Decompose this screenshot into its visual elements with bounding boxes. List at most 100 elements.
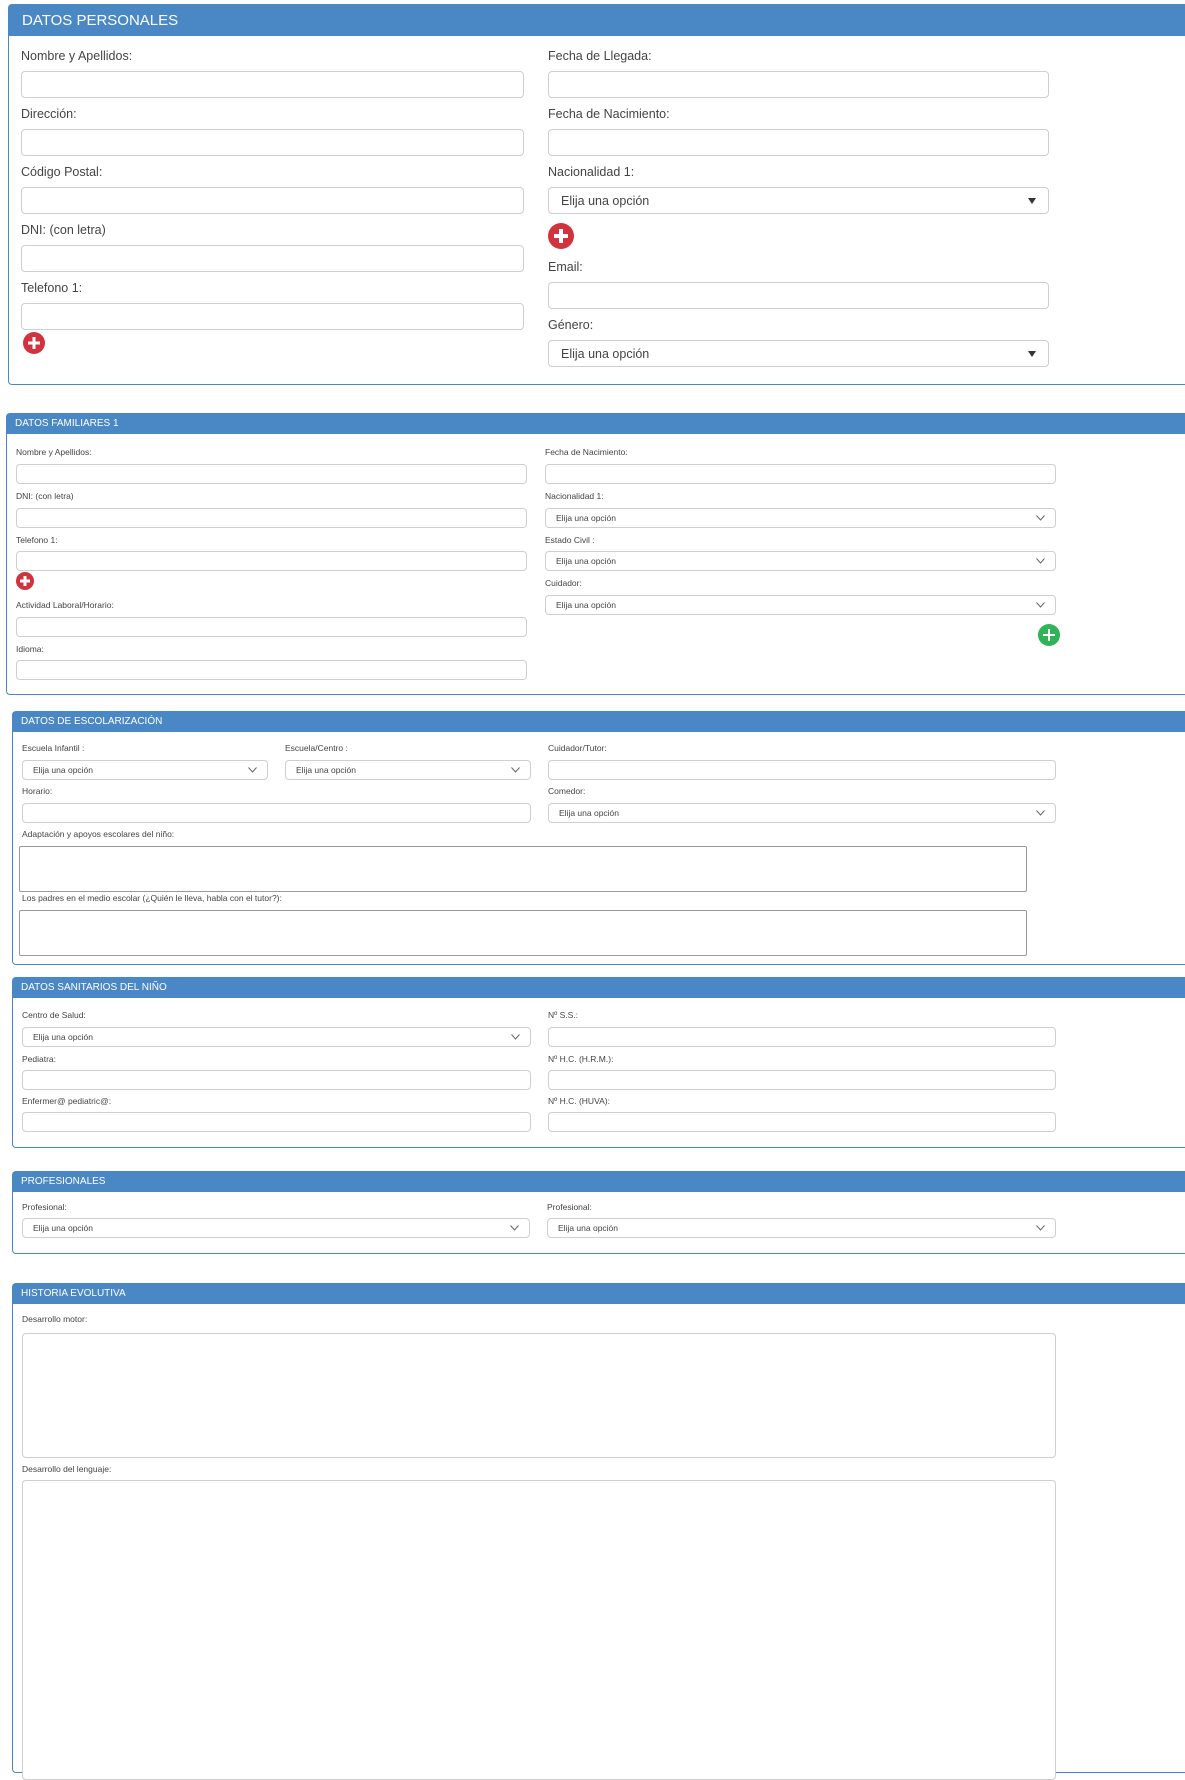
add-telefono-button[interactable] [23,332,45,354]
chevron-down-icon [1036,1225,1045,1231]
caret-down-icon [1028,350,1036,357]
nombre-label: Nombre y Apellidos: [21,49,133,63]
profesional-1-value: Elija una opción [33,1223,94,1233]
padres-textarea[interactable] [19,910,1027,956]
plus-circle-icon [28,337,40,349]
genero-label: Género: [548,318,594,332]
comedor-select[interactable]: Elija una opción [548,803,1056,823]
familiar-nacionalidad-value: Elija una opción [556,513,617,523]
profesional-1-label: Profesional: [22,1202,67,1212]
familiar-nacimiento-input[interactable] [545,464,1056,484]
telefono-input[interactable] [21,303,524,330]
adaptacion-textarea[interactable] [19,846,1027,892]
hc-hrm-label: Nº H.C. (H.R.M.): [548,1054,614,1064]
horario-input[interactable] [22,803,531,823]
plus-circle-icon [554,229,568,243]
add-nacionalidad-button[interactable] [548,223,574,249]
add-familiar-button[interactable] [1038,624,1060,646]
padres-label: Los padres en el medio escolar (¿Quién l… [22,893,282,903]
profesional-1-select[interactable]: Elija una opción [22,1218,530,1238]
ss-label: Nº S.S.: [548,1010,579,1020]
centro-salud-value: Elija una opción [33,1032,94,1042]
nacionalidad-label: Nacionalidad 1: [548,165,635,179]
horario-label: Horario: [22,786,53,796]
chevron-down-icon [511,1034,520,1040]
profesional-2-select[interactable]: Elija una opción [547,1218,1056,1238]
comedor-label: Comedor: [548,786,586,796]
panel-historia-evolutiva: HISTORIA EVOLUTIVA Desarrollo motor: Des… [12,1283,1185,1780]
codigo-postal-input[interactable] [21,187,524,214]
add-familiar-telefono-button[interactable] [16,572,34,590]
profesional-2-label: Profesional: [547,1202,592,1212]
fecha-nacimiento-label: Fecha de Nacimiento: [548,107,670,121]
escuela-centro-label: Escuela/Centro : [285,743,348,753]
caret-down-icon [1028,197,1036,204]
plus-circle-icon [1043,629,1055,641]
pediatra-input[interactable] [22,1070,531,1090]
lenguaje-textarea[interactable] [22,1480,1056,1780]
cuidador-label: Cuidador: [545,578,582,588]
panel-datos-personales: DATOS PERSONALES Nombre y Apellidos: Dir… [8,4,1185,385]
cuidador-tutor-label: Cuidador/Tutor: [548,743,607,753]
panel-title: DATOS SANITARIOS DEL NIÑO [13,978,1185,998]
ss-input[interactable] [548,1027,1056,1047]
panel-title: DATOS PERSONALES [9,5,1185,36]
chevron-down-icon [510,1225,519,1231]
familiar-nacimiento-label: Fecha de Nacimiento: [545,447,628,457]
centro-salud-select[interactable]: Elija una opción [22,1027,531,1047]
nombre-input[interactable] [21,71,524,98]
comedor-value: Elija una opción [559,808,620,818]
panel-escolarizacion: DATOS DE ESCOLARIZACIÓN Escuela Infantil… [12,711,1185,965]
dni-input[interactable] [21,245,524,272]
panel-title: DATOS DE ESCOLARIZACIÓN [13,712,1185,732]
actividad-input[interactable] [16,617,527,637]
estado-civil-select[interactable]: Elija una opción [545,551,1056,571]
hc-huva-label: Nº H.C. (HUVA): [548,1096,610,1106]
genero-value: Elija una opción [561,346,650,361]
email-label: Email: [548,260,583,274]
fecha-llegada-label: Fecha de Llegada: [548,49,652,63]
escuela-infantil-value: Elija una opción [33,765,94,775]
familiar-telefono-input[interactable] [16,551,527,571]
panel-title: DATOS FAMILIARES 1 [7,414,1185,434]
panel-title: HISTORIA EVOLUTIVA [13,1284,1185,1304]
familiar-nombre-label: Nombre y Apellidos: [16,447,92,457]
pediatra-label: Pediatra: [22,1054,57,1064]
idioma-input[interactable] [16,660,527,680]
lenguaje-label: Desarrollo del lenguaje: [22,1464,112,1474]
profesional-2-value: Elija una opción [558,1223,619,1233]
idioma-label: Idioma: [16,644,44,654]
familiar-dni-input[interactable] [16,508,527,528]
direccion-input[interactable] [21,129,524,156]
nacionalidad-select[interactable]: Elija una opción [548,187,1049,214]
hc-hrm-input[interactable] [548,1070,1056,1090]
fecha-nacimiento-input[interactable] [548,129,1049,156]
escuela-infantil-label: Escuela Infantil : [22,743,85,753]
codigo-postal-label: Código Postal: [21,165,103,179]
adaptacion-label: Adaptación y apoyos escolares del niño: [22,829,175,839]
estado-civil-value: Elija una opción [556,556,617,566]
cuidador-select[interactable]: Elija una opción [545,595,1056,615]
motor-textarea[interactable] [22,1333,1056,1458]
nacionalidad-value: Elija una opción [561,193,650,208]
chevron-down-icon [511,767,520,773]
familiar-nombre-input[interactable] [16,464,527,484]
panel-title: PROFESIONALES [13,1172,1185,1192]
familiar-nacionalidad-select[interactable]: Elija una opción [545,508,1056,528]
panel-profesionales: PROFESIONALES Profesional: Elija una opc… [12,1171,1185,1254]
chevron-down-icon [1036,602,1045,608]
escuela-centro-select[interactable]: Elija una opción [285,760,531,780]
cuidador-tutor-input[interactable] [548,760,1056,780]
panel-datos-familiares: DATOS FAMILIARES 1 Nombre y Apellidos: D… [6,413,1185,695]
plus-circle-icon [20,576,30,586]
centro-salud-label: Centro de Salud: [22,1010,86,1020]
enfermera-label: Enfermer@ pediatric@: [22,1096,112,1106]
escuela-infantil-select[interactable]: Elija una opción [22,760,268,780]
email-input[interactable] [548,282,1049,309]
fecha-llegada-input[interactable] [548,71,1049,98]
hc-huva-input[interactable] [548,1112,1056,1132]
genero-select[interactable]: Elija una opción [548,340,1049,367]
enfermera-input[interactable] [22,1112,531,1132]
chevron-down-icon [1036,810,1045,816]
direccion-label: Dirección: [21,107,77,121]
